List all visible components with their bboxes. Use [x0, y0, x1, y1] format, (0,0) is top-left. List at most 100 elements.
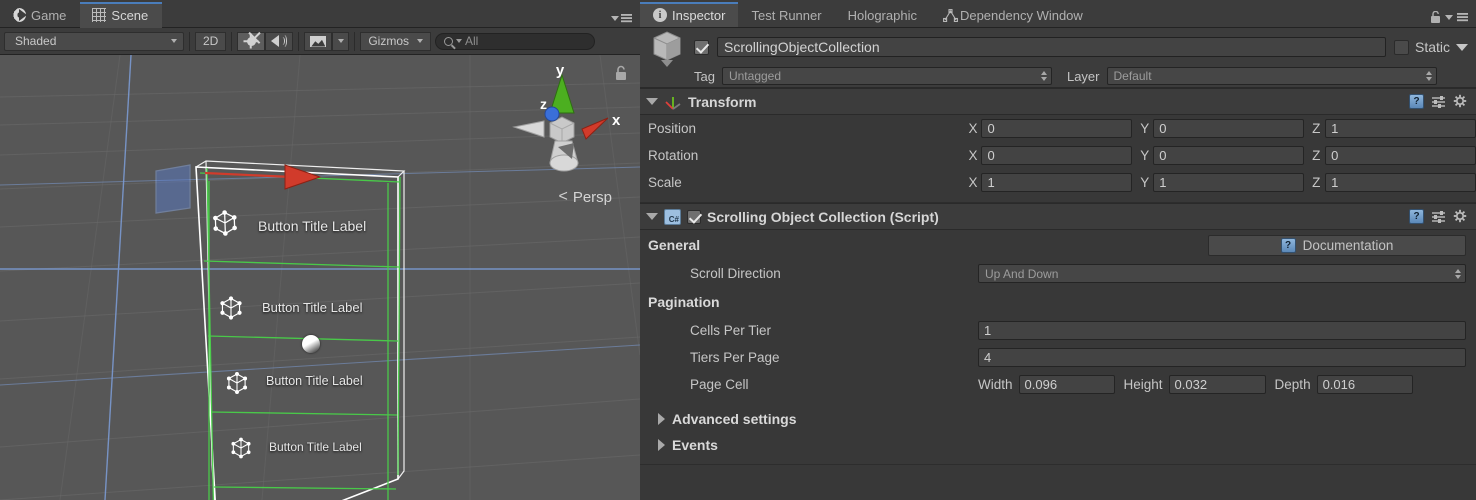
scroll-direction-value: Up And Down	[985, 266, 1059, 281]
rotation-z-input[interactable]: 0	[1325, 146, 1476, 165]
position-z-input[interactable]: 1	[1325, 119, 1476, 138]
tab-dependency-window[interactable]: Dependency Window	[930, 2, 1096, 28]
speaker-icon	[271, 35, 288, 47]
axis-x-label: X	[968, 175, 978, 190]
scene-toolbar: Shaded 2D Gizmos All	[0, 28, 640, 55]
dependency-icon	[943, 8, 958, 22]
gameobject-enabled-checkbox[interactable]	[694, 39, 709, 55]
preset-icon[interactable]	[1431, 210, 1446, 224]
scroll-handle-knob[interactable]	[302, 335, 320, 353]
scale-x-input[interactable]: 1	[981, 173, 1133, 192]
tab-holographic[interactable]: Holographic	[835, 2, 930, 28]
cells-per-tier-label: Cells Per Tier	[690, 323, 772, 338]
inspector-header-actions	[1430, 10, 1476, 28]
cube-icon	[211, 209, 239, 237]
help-icon[interactable]: ?	[1409, 209, 1424, 224]
scale-z-input[interactable]: 1	[1325, 173, 1476, 192]
rotation-z-value: 0	[1331, 148, 1339, 163]
chevron-down-icon[interactable]	[1456, 43, 1468, 51]
page-cell-width-value: 0.096	[1024, 377, 1058, 392]
gameobject-name-value: ScrollingObjectCollection	[724, 39, 880, 55]
script-foldout-arrow[interactable]	[646, 213, 658, 220]
page-cell-depth-input[interactable]: 0.016	[1316, 375, 1413, 394]
pagination-section-row: Pagination	[640, 287, 1476, 317]
page-cell-height-input[interactable]: 0.032	[1168, 375, 1266, 394]
transform-foldout-arrow[interactable]	[646, 98, 658, 105]
chevron-right-icon[interactable]	[658, 413, 665, 425]
gameobject-name-input[interactable]: ScrollingObjectCollection	[717, 37, 1386, 57]
cells-per-tier-input[interactable]: 1	[978, 321, 1466, 340]
updown-icon	[1040, 71, 1047, 81]
help-icon[interactable]: ?	[1409, 94, 1424, 109]
layer-dropdown[interactable]: Default	[1106, 67, 1437, 85]
scene-viewport[interactable]: Button Title Label Button Title Label Bu…	[0, 55, 640, 500]
preset-icon[interactable]	[1431, 95, 1446, 109]
scene-tab-bar: Game Scene	[0, 0, 640, 28]
scroll-direction-row: Scroll Direction Up And Down	[640, 260, 1476, 287]
tab-scene[interactable]: Scene	[80, 2, 163, 28]
transform-component-header[interactable]: Transform ?	[640, 88, 1476, 115]
effects-dropdown-button[interactable]	[332, 31, 350, 51]
gear-icon[interactable]	[1453, 94, 1468, 109]
game-icon	[12, 8, 27, 22]
tab-game[interactable]: Game	[0, 2, 80, 28]
tab-dependency-window-label: Dependency Window	[959, 7, 1083, 23]
chevron-down-icon	[611, 16, 619, 21]
transform-position-row: Position X 0 Y 0 Z 1	[640, 115, 1476, 142]
lock-open-icon[interactable]	[1430, 10, 1441, 23]
toggle-image-effects-button[interactable]	[304, 31, 333, 51]
script-component-header[interactable]: C# Scrolling Object Collection (Script) …	[640, 203, 1476, 230]
projection-mode[interactable]: < Persp	[558, 188, 612, 206]
static-toggle[interactable]: Static	[1393, 39, 1468, 55]
tiers-per-page-input[interactable]: 4	[978, 348, 1466, 367]
rotation-x-input[interactable]: 0	[981, 146, 1133, 165]
search-icon	[444, 36, 454, 46]
scale-y-input[interactable]: 1	[1153, 173, 1305, 192]
scroll-direction-dropdown[interactable]: Up And Down	[978, 264, 1466, 283]
cells-per-tier-row: Cells Per Tier 1	[640, 317, 1476, 344]
axis-z-label: Z	[1312, 148, 1321, 163]
position-y-input[interactable]: 0	[1153, 119, 1305, 138]
static-checkbox[interactable]	[1393, 39, 1409, 55]
general-section-row: General ? Documentation	[640, 230, 1476, 260]
updown-icon	[1455, 268, 1461, 279]
advanced-settings-foldout[interactable]: Advanced settings	[640, 406, 1476, 432]
draw-mode-dropdown[interactable]: Shaded	[4, 31, 184, 51]
rotation-y-input[interactable]: 0	[1153, 146, 1305, 165]
tiers-per-page-row: Tiers Per Page 4	[640, 344, 1476, 371]
script-title: Scrolling Object Collection (Script)	[707, 208, 939, 225]
transform-scale-row: Scale X 1 Y 1 Z 1	[640, 169, 1476, 196]
tab-test-runner[interactable]: Test Runner	[738, 2, 834, 28]
toggle-lighting-button[interactable]	[237, 31, 266, 51]
inspector-tab-bar: i Inspector Test Runner Holographic Depe…	[640, 0, 1476, 28]
image-effects-icon	[310, 35, 327, 47]
toolbar-separator	[298, 31, 300, 51]
position-x-input[interactable]: 0	[981, 119, 1133, 138]
tiers-per-page-value: 4	[984, 350, 992, 365]
gizmos-dropdown[interactable]: Gizmos	[360, 31, 432, 51]
general-heading: General	[648, 237, 701, 253]
tiers-per-page-label: Tiers Per Page	[690, 350, 780, 365]
depth-label: Depth	[1274, 377, 1311, 392]
lock-open-icon[interactable]	[614, 65, 628, 81]
toggle-audio-button[interactable]	[265, 31, 294, 51]
toggle-2d-button[interactable]: 2D	[195, 31, 227, 51]
hamburger-menu-icon[interactable]	[1457, 12, 1468, 22]
tag-dropdown[interactable]: Untagged	[721, 67, 1052, 85]
scene-panel-menu[interactable]	[611, 14, 640, 28]
chevron-down-icon[interactable]	[1445, 14, 1453, 20]
gear-icon[interactable]	[1453, 209, 1468, 224]
tab-game-label: Game	[31, 7, 67, 23]
page-cell-depth-value: 0.016	[1322, 377, 1356, 392]
page-cell-width-input[interactable]: 0.096	[1018, 375, 1115, 394]
rotation-y-value: 0	[1159, 148, 1167, 163]
chevron-right-icon[interactable]	[658, 439, 665, 451]
height-label: Height	[1123, 377, 1163, 392]
documentation-button[interactable]: ? Documentation	[1208, 234, 1466, 256]
tab-inspector[interactable]: i Inspector	[640, 2, 739, 28]
events-foldout[interactable]: Events	[640, 432, 1476, 458]
scene-panel: Game Scene Shaded 2D Gizmos All Button T…	[0, 0, 640, 500]
scene-search-input[interactable]: All	[435, 32, 596, 50]
cube-icon	[219, 296, 244, 321]
script-enabled-checkbox[interactable]	[687, 209, 701, 224]
